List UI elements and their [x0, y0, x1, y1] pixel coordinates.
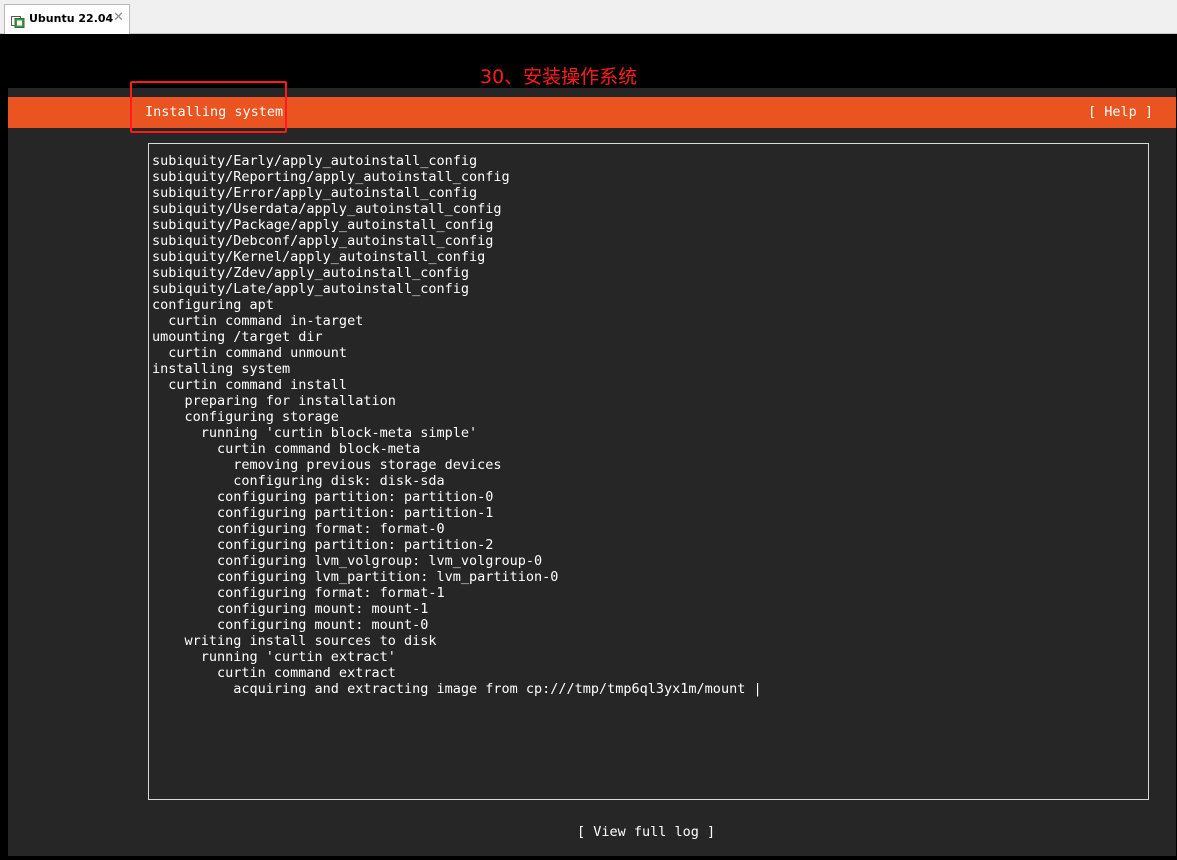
- log-line: configuring lvm_volgroup: lvm_volgroup-0: [152, 553, 543, 569]
- log-line: curtin command unmount: [152, 345, 348, 361]
- install-log-panel: subiquity/Early/apply_autoinstall_config…: [148, 143, 1149, 800]
- log-line: subiquity/Userdata/apply_autoinstall_con…: [152, 201, 502, 217]
- log-line: curtin command in-target: [152, 313, 364, 329]
- log-line: subiquity/Early/apply_autoinstall_config: [152, 153, 478, 169]
- view-full-log-button[interactable]: [ View full log ]: [577, 824, 715, 840]
- log-line: acquiring and extracting image from cp:/…: [152, 681, 762, 697]
- step-annotation: 30、安装操作系统: [480, 66, 638, 88]
- log-line: subiquity/Late/apply_autoinstall_config: [152, 281, 469, 297]
- log-line: curtin command block-meta: [152, 441, 421, 457]
- log-line: subiquity/Reporting/apply_autoinstall_co…: [152, 169, 510, 185]
- log-line: running 'curtin extract': [152, 649, 396, 665]
- log-line: configuring apt: [152, 297, 274, 313]
- log-line: configuring format: format-0: [152, 521, 445, 537]
- log-line: running 'curtin block-meta simple': [152, 425, 478, 441]
- log-line: configuring disk: disk-sda: [152, 473, 445, 489]
- log-line: configuring partition: partition-1: [152, 505, 494, 521]
- log-line: installing system: [152, 361, 291, 377]
- log-line: curtin command install: [152, 377, 348, 393]
- log-line: removing previous storage devices: [152, 457, 502, 473]
- log-line: configuring format: format-1: [152, 585, 445, 601]
- log-line: subiquity/Debconf/apply_autoinstall_conf…: [152, 233, 494, 249]
- install-log-lines: subiquity/Early/apply_autoinstall_config…: [152, 153, 762, 697]
- log-line: curtin command extract: [152, 665, 396, 681]
- annotation-highlight-box: [130, 81, 287, 133]
- log-line: preparing for installation: [152, 393, 396, 409]
- log-line: subiquity/Error/apply_autoinstall_config: [152, 185, 478, 201]
- log-line: umounting /target dir: [152, 329, 323, 345]
- help-button[interactable]: [ Help ]: [1088, 104, 1153, 120]
- log-line: configuring lvm_partition: lvm_partition…: [152, 569, 559, 585]
- log-line: subiquity/Zdev/apply_autoinstall_config: [152, 265, 469, 281]
- tab-title: Ubuntu 22.04: [29, 12, 114, 25]
- close-icon[interactable]: ✕: [113, 10, 124, 25]
- log-line: configuring storage: [152, 409, 339, 425]
- log-line: subiquity/Kernel/apply_autoinstall_confi…: [152, 249, 486, 265]
- tab-ubuntu-vm[interactable]: Ubuntu 22.04 ✕: [4, 4, 130, 34]
- log-line: configuring partition: partition-2: [152, 537, 494, 553]
- log-line: writing install sources to disk: [152, 633, 437, 649]
- vm-icon: [11, 13, 25, 28]
- log-line: configuring partition: partition-0: [152, 489, 494, 505]
- log-line: configuring mount: mount-1: [152, 601, 429, 617]
- log-line: subiquity/Package/apply_autoinstall_conf…: [152, 217, 494, 233]
- browser-tab-bar: Ubuntu 22.04 ✕: [0, 0, 1177, 34]
- log-line: configuring mount: mount-0: [152, 617, 429, 633]
